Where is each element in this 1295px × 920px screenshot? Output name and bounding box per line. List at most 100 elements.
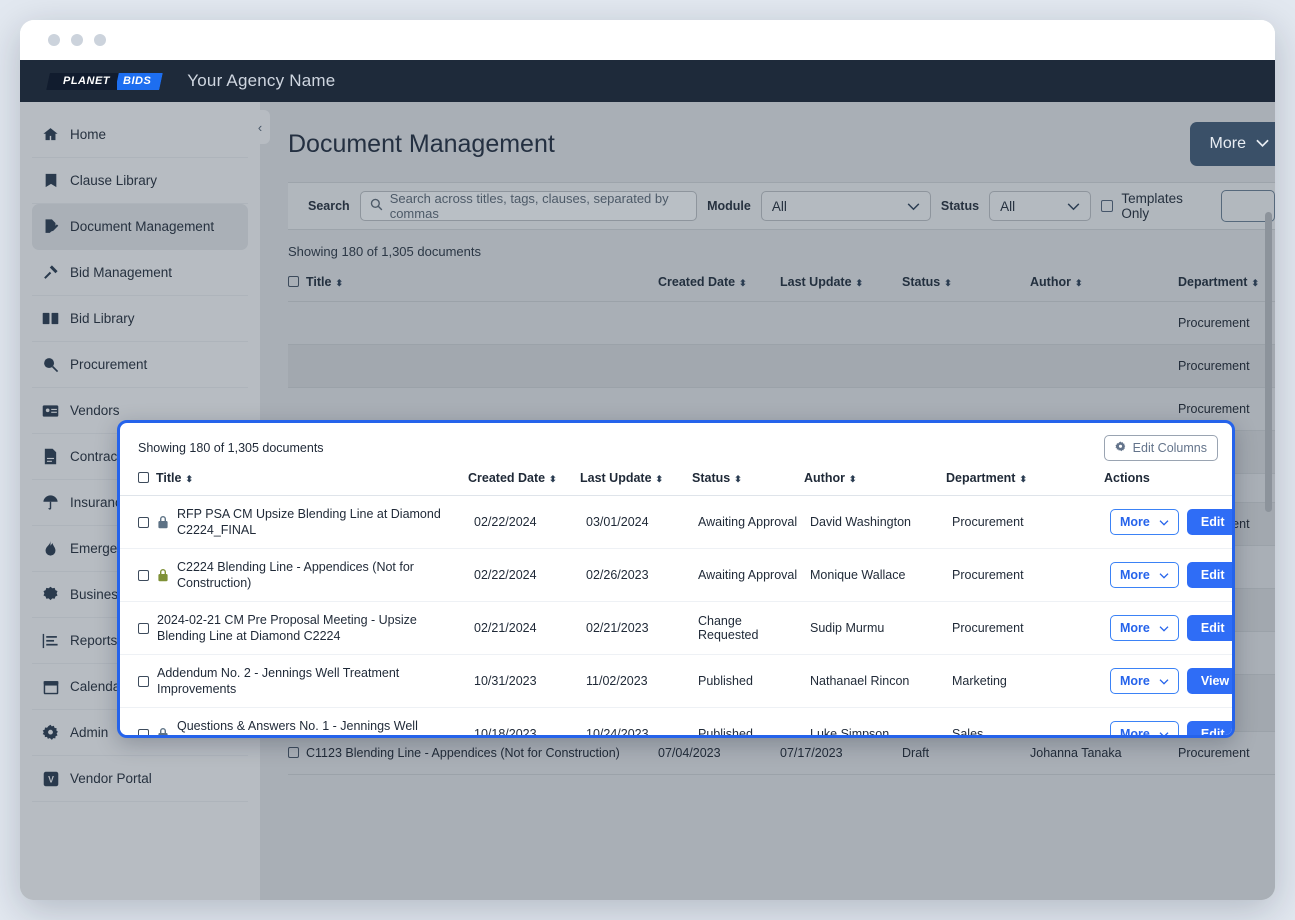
sidebar-label: Reports	[70, 633, 118, 648]
sidebar-collapse-button[interactable]: ‹	[250, 110, 270, 144]
scrollbar-thumb[interactable]	[1265, 212, 1272, 512]
more-button[interactable]: More	[1110, 615, 1179, 641]
cell-title: C2224 Blending Line - Appendices (Not fo…	[120, 548, 468, 602]
column-header-title[interactable]: Title ⬍	[288, 269, 658, 302]
table-row[interactable]: Questions & Answers No. 1 - Jennings Wel…	[120, 707, 1232, 738]
search-input[interactable]: Search across titles, tags, clauses, sep…	[359, 191, 698, 221]
sort-icon: ⬍	[848, 474, 857, 484]
column-header-created[interactable]: Created Date ⬍	[468, 467, 580, 496]
column-header-status[interactable]: Status ⬍	[692, 467, 804, 496]
select-all-checkbox-icon[interactable]	[138, 472, 149, 483]
edit-button[interactable]: Edit	[1186, 615, 1232, 641]
more-button[interactable]: More	[1110, 562, 1179, 588]
cell-status: Published	[692, 707, 804, 735]
page-more-button[interactable]: More	[1189, 122, 1275, 166]
module-select[interactable]: All	[760, 191, 931, 221]
title-text: Addendum No. 2 - Jennings Well Treatment…	[157, 666, 400, 696]
cell-status: Awaiting Approval	[692, 548, 804, 602]
sidebar-item-procurement[interactable]: Procurement	[32, 342, 248, 388]
page-title: Document Management	[288, 129, 555, 158]
column-header-author[interactable]: Author ⬍	[804, 467, 946, 496]
table-row[interactable]: C2224 Blending Line - Appendices (Not fo…	[120, 548, 1232, 602]
cell-title: Addendum No. 2 - Jennings Well Treatment…	[120, 654, 468, 708]
browser-window: PLANET BIDS Your Agency Name Home Clause…	[20, 20, 1275, 900]
window-maximize-dot[interactable]	[94, 34, 106, 46]
vertical-scrollbar[interactable]	[1265, 102, 1272, 900]
sidebar-item-bid-management[interactable]: Bid Management	[32, 250, 248, 296]
table-row[interactable]: Procurement	[288, 344, 1275, 388]
window-close-dot[interactable]	[48, 34, 60, 46]
more-button[interactable]: More	[1110, 668, 1179, 694]
column-header-title[interactable]: Title ⬍	[120, 467, 468, 496]
table-row[interactable]: RFP PSA CM Upsize Blending Line at Diamo…	[120, 495, 1232, 549]
column-header-update[interactable]: Last Update ⬍	[780, 269, 902, 302]
cell-update: 11/02/2023	[580, 654, 692, 708]
row-checkbox-icon[interactable]	[138, 622, 149, 634]
templates-only-label: Templates Only	[1121, 191, 1183, 221]
table-row[interactable]: Addendum No. 2 - Jennings Well Treatment…	[120, 654, 1232, 708]
sidebar-label: Bid Library	[70, 311, 135, 326]
column-header-actions: Actions	[1104, 467, 1232, 496]
more-label: More	[1120, 727, 1150, 738]
column-header-department[interactable]: Department ⬍	[1178, 269, 1275, 302]
module-label: Module	[707, 199, 751, 213]
sort-icon: ⬍	[655, 474, 664, 484]
header-label: Status	[902, 275, 941, 289]
column-header-author[interactable]: Author ⬍	[1030, 269, 1178, 302]
sort-icon: ⬍	[185, 474, 194, 484]
window-minimize-dot[interactable]	[71, 34, 83, 46]
sidebar-label: Vendors	[70, 403, 120, 418]
chevron-down-icon	[1159, 727, 1169, 735]
select-all-checkbox-icon[interactable]	[288, 276, 299, 287]
status-value: All	[1000, 198, 1016, 214]
column-header-created[interactable]: Created Date ⬍	[658, 269, 780, 302]
edit-columns-button[interactable]: Edit Columns	[1103, 435, 1218, 461]
header-label: Title	[156, 471, 182, 485]
column-header-status[interactable]: Status ⬍	[902, 269, 1030, 302]
table-row[interactable]: 2024-02-21 CM Pre Proposal Meeting - Ups…	[120, 601, 1232, 655]
planetbids-logo[interactable]: PLANET BIDS	[46, 72, 164, 91]
cell-title: 2024-02-21 CM Pre Proposal Meeting - Ups…	[120, 601, 468, 655]
header-label: Department	[1178, 275, 1248, 289]
sort-icon: ⬍	[855, 278, 864, 288]
column-header-department[interactable]: Department ⬍	[946, 467, 1104, 496]
row-checkbox-icon[interactable]	[138, 569, 149, 581]
view-button[interactable]: View	[1186, 668, 1232, 694]
more-label: More	[1120, 674, 1150, 688]
search-label: Search	[308, 199, 350, 213]
row-checkbox-icon[interactable]	[138, 675, 149, 687]
sidebar-item-vendor-portal[interactable]: V Vendor Portal	[32, 756, 248, 802]
more-button[interactable]: More	[1110, 509, 1179, 535]
more-button[interactable]: More	[1110, 721, 1179, 738]
edit-button[interactable]: Edit	[1186, 562, 1232, 588]
templates-only-checkbox[interactable]: Templates Only	[1101, 191, 1210, 221]
overlay-header-row: Title ⬍ Created Date ⬍ Last Update ⬍ Status…	[120, 467, 1232, 496]
status-select[interactable]: All	[989, 191, 1092, 221]
chevron-down-icon	[1159, 568, 1169, 582]
sidebar-item-clause-library[interactable]: Clause Library	[32, 158, 248, 204]
sidebar-item-bid-library[interactable]: Bid Library	[32, 296, 248, 342]
header-label: Created Date	[658, 275, 736, 289]
row-checkbox-icon[interactable]	[138, 516, 149, 528]
table-row[interactable]: Procurement	[288, 301, 1275, 345]
row-checkbox-icon[interactable]	[138, 728, 149, 735]
sidebar-item-home[interactable]: Home	[32, 112, 248, 158]
column-header-update[interactable]: Last Update ⬍	[580, 467, 692, 496]
header-label: Status	[692, 471, 731, 485]
edit-button[interactable]: Edit	[1186, 509, 1232, 535]
row-checkbox-icon[interactable]	[288, 747, 299, 758]
cell-title: RFP PSA CM Upsize Blending Line at Diamo…	[120, 495, 468, 549]
cell-department: Procurement	[946, 548, 1104, 602]
header-label: Title	[306, 275, 332, 289]
edit-columns-label: Edit Columns	[1132, 441, 1207, 455]
more-label: More	[1120, 568, 1150, 582]
sort-icon: ⬍	[1251, 278, 1260, 288]
cell-author: David Washington	[804, 495, 946, 549]
sidebar-label: Admin	[70, 725, 109, 740]
edit-button[interactable]: Edit	[1186, 721, 1232, 735]
cell-created: 10/18/2023	[468, 707, 580, 735]
title-text: RFP PSA CM Upsize Blending Line at Diamo…	[177, 507, 441, 537]
sidebar-label: Home	[70, 127, 107, 142]
umbrella-icon	[42, 494, 59, 511]
sidebar-item-document-management[interactable]: Document Management	[32, 204, 248, 250]
